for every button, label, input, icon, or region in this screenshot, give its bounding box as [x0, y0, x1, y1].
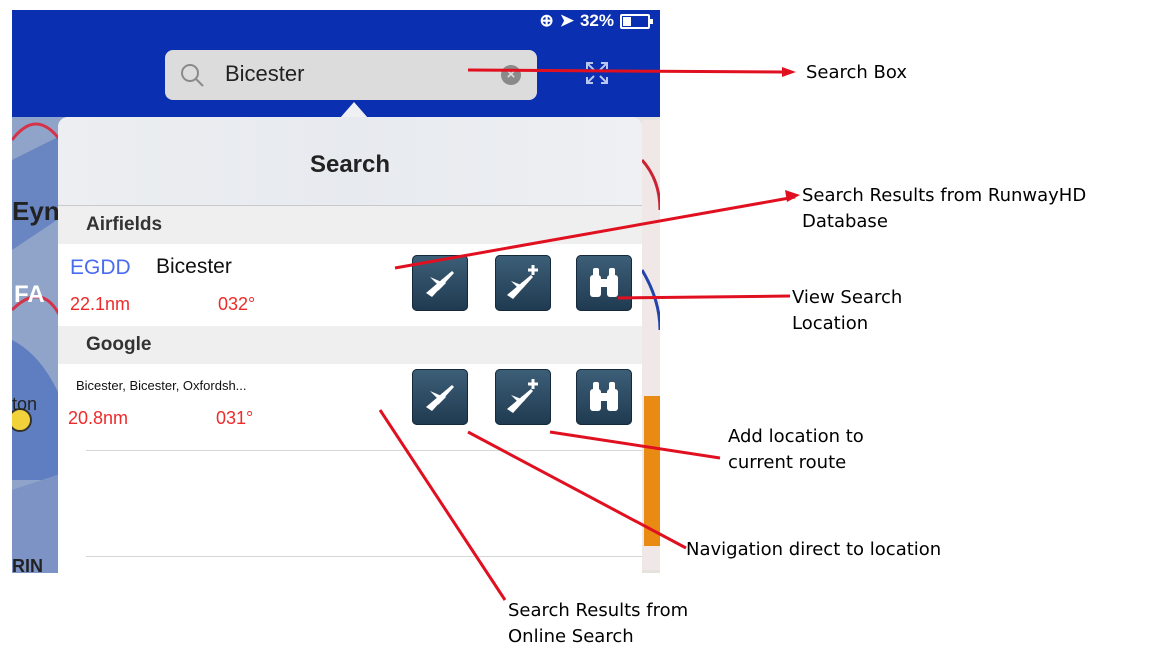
svg-text:Eyn: Eyn: [12, 196, 60, 226]
google-result-bearing: 031°: [216, 408, 254, 428]
annotation-line: Search Results from: [508, 600, 689, 621]
annotation-line: Online Search: [508, 626, 634, 648]
svg-text:FA: FA: [14, 281, 45, 308]
location-arrow-icon: ➤: [559, 11, 574, 30]
annotation-line: View Search: [792, 287, 903, 308]
plane-add-icon: [507, 379, 538, 413]
svg-text:RIN: RIN: [12, 556, 43, 573]
battery-icon: [620, 13, 653, 29]
annotation-line: Add location to: [728, 426, 864, 447]
section-label: Google: [86, 334, 152, 355]
search-box[interactable]: Bicester ×: [165, 50, 537, 100]
svg-text:ton: ton: [12, 394, 37, 414]
google-result-row[interactable]: Bicester, Bicester, Oxfordsh... 20.8nm 0…: [58, 364, 642, 446]
binoculars-icon: [590, 382, 618, 411]
binoculars-icon: [590, 268, 618, 297]
annotation-navigation-direct: Navigation direct to location: [686, 539, 942, 560]
status-bar: ⊕ ➤ 32%: [539, 11, 653, 31]
airfield-code: EGDD: [70, 256, 131, 279]
add-to-route-button[interactable]: [495, 255, 551, 311]
section-header-airfields: Airfields: [58, 206, 642, 244]
airfield-bearing: 032°: [218, 294, 256, 314]
plane-direct-icon: [426, 271, 454, 297]
annotation-runway-results: Search Results from RunwayHD Database: [802, 183, 1086, 235]
annotation-online-results: Search Results from Online Search: [508, 598, 688, 650]
top-navigation-bar: ⊕ ➤ 32% Bicester ×: [12, 10, 660, 117]
search-icon: [181, 64, 204, 87]
view-location-button[interactable]: [576, 255, 632, 311]
view-location-button[interactable]: [576, 369, 632, 425]
section-label: Airfields: [86, 214, 163, 235]
section-header-google: Google: [58, 326, 642, 364]
row-divider: [86, 556, 642, 557]
app-screenshot: Eyn FA ton RIN ⊕ ➤ 32% Bicester × Search: [12, 10, 660, 573]
airfield-result-row[interactable]: EGDD Bicester 22.1nm 032°: [58, 244, 642, 326]
clear-search-icon[interactable]: ×: [501, 65, 521, 85]
annotation-line: current route: [728, 452, 847, 474]
row-divider: [86, 450, 642, 451]
popover-title: Search: [309, 151, 391, 178]
empty-results-area: [58, 446, 642, 573]
annotation-line: Search Results from RunwayHD: [802, 185, 1087, 206]
rotation-lock-icon: ⊕: [539, 11, 554, 30]
airfield-name: Bicester: [156, 255, 232, 278]
annotation-line: Database: [802, 211, 888, 233]
annotation-search-box: Search Box: [806, 62, 908, 83]
navigate-direct-button[interactable]: [412, 369, 468, 425]
google-result-distance: 20.8nm: [68, 408, 129, 428]
google-result-name: Bicester, Bicester, Oxfordsh...: [76, 378, 247, 393]
annotation-line: Location: [792, 313, 869, 335]
battery-percentage: 32%: [579, 11, 614, 30]
plane-add-icon: [507, 265, 538, 299]
fullscreen-expand-icon[interactable]: [584, 60, 610, 86]
search-input[interactable]: Bicester: [225, 61, 304, 87]
annotation-add-route: Add location to current route: [728, 424, 864, 476]
navigate-direct-button[interactable]: [412, 255, 468, 311]
popover-header: Search: [58, 117, 642, 206]
annotation-view-location: View Search Location: [792, 285, 902, 337]
search-results-popover: Search Airfields EGDD Bicester 22.1nm 03…: [58, 117, 642, 573]
plane-direct-icon: [426, 385, 454, 411]
airfield-distance: 22.1nm: [70, 294, 131, 314]
add-to-route-button[interactable]: [495, 369, 551, 425]
popover-pointer: [340, 102, 368, 118]
